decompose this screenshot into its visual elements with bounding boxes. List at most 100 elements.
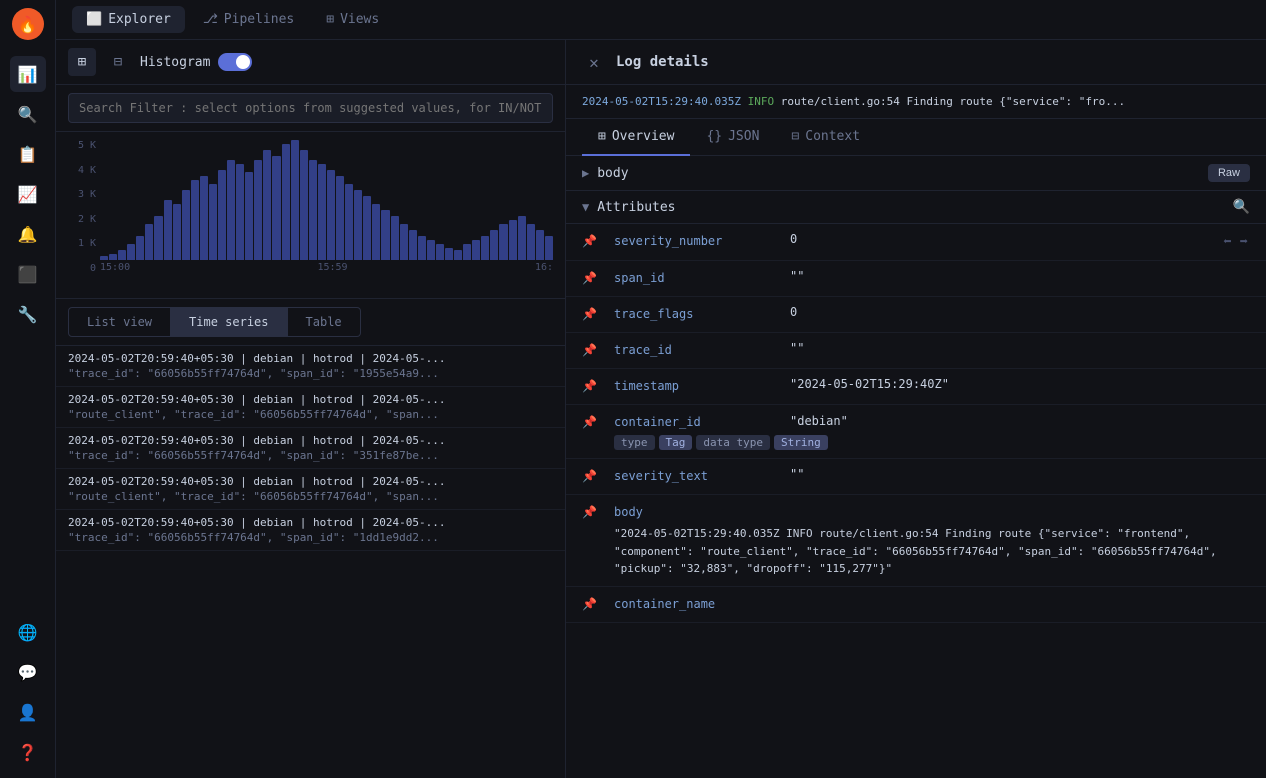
attr-name-span-id: span_id (614, 271, 774, 285)
histogram-bar (127, 244, 135, 260)
view-tab-table[interactable]: Table (288, 307, 361, 337)
attr-value-body: "2024-05-02T15:29:40.035Z INFO route/cli… (614, 525, 1250, 578)
histogram-bar (372, 204, 380, 260)
sidebar-icon-help[interactable]: ❓ (10, 734, 46, 770)
pin-icon[interactable]: 📌 (582, 307, 598, 321)
pin-icon[interactable]: 📌 (582, 271, 598, 285)
histogram-bar (454, 250, 462, 260)
histogram-bar (154, 216, 162, 260)
histogram-bar (418, 236, 426, 260)
body-section-row[interactable]: ▶ body Raw (566, 156, 1266, 191)
log-item-line1: 2024-05-02T20:59:40+05:30 | debian | hot… (68, 352, 553, 365)
nav-tab-pipelines[interactable]: ⎇ Pipelines (189, 6, 308, 33)
pin-icon[interactable]: 📌 (582, 379, 598, 393)
view-tab-timeseries[interactable]: Time series (171, 307, 287, 337)
histogram-bar (191, 180, 199, 260)
pin-icon[interactable]: 📌 (582, 597, 598, 611)
log-item[interactable]: 2024-05-02T20:59:40+05:30 | debian | hot… (56, 346, 565, 387)
json-icon: {} (706, 129, 722, 144)
detail-close-btn[interactable]: ✕ (582, 50, 606, 74)
tag-string: String (774, 435, 828, 450)
histogram-bar (309, 160, 317, 260)
attr-value-container-id: "debian" (790, 414, 1250, 428)
log-line-preview: 2024-05-02T15:29:40.035Z INFO route/clie… (566, 85, 1266, 119)
attr-actions-severity-number: ⬅ ➡ (1221, 232, 1250, 252)
detail-content: ▶ body Raw ▼ Attributes 🔍 📌 severity_num… (566, 156, 1266, 778)
histogram-bar (118, 250, 126, 260)
sidebar-icon-views[interactable]: 📈 (10, 176, 46, 212)
histogram-bar (145, 224, 153, 260)
tag-type: type (614, 435, 655, 450)
pin-icon[interactable]: 📌 (582, 343, 598, 357)
view-tab-list[interactable]: List view (68, 307, 171, 337)
histogram-bar (499, 224, 507, 260)
histogram-bar (481, 236, 489, 260)
attr-row-severity-text: 📌 severity_text "" (566, 459, 1266, 495)
log-item[interactable]: 2024-05-02T20:59:40+05:30 | debian | hot… (56, 428, 565, 469)
sidebar-icon-alerts[interactable]: 🔔 (10, 216, 46, 252)
sidebar-icon-search[interactable]: 🔍 (10, 96, 46, 132)
search-input[interactable] (68, 93, 553, 123)
histogram-toggle[interactable] (218, 53, 252, 71)
search-bar (56, 85, 565, 132)
log-item[interactable]: 2024-05-02T20:59:40+05:30 | debian | hot… (56, 387, 565, 428)
sidebar-icon-dashboards[interactable]: ⬛ (10, 256, 46, 292)
app-logo[interactable]: 🔥 (12, 8, 44, 40)
histogram-bar (336, 176, 344, 260)
pipelines-icon: ⎇ (203, 12, 218, 27)
pin-icon[interactable]: 📌 (582, 415, 598, 429)
sidebar-icon-chat[interactable]: 💬 (10, 654, 46, 690)
attributes-section-row[interactable]: ▼ Attributes 🔍 (566, 191, 1266, 224)
detail-tab-json[interactable]: {} JSON (690, 119, 775, 156)
attributes-section-toggle: ▼ (582, 200, 589, 214)
pin-icon[interactable]: 📌 (582, 234, 598, 248)
histogram-bar (536, 230, 544, 260)
histogram-bar (200, 176, 208, 260)
attributes-search-icon[interactable]: 🔍 (1233, 199, 1250, 215)
histogram-bar (409, 230, 417, 260)
right-panel: ✕ Log details 2024-05-02T15:29:40.035Z I… (566, 40, 1266, 778)
sidebar-icon-globe[interactable]: 🌐 (10, 614, 46, 650)
attr-name-trace-flags: trace_flags (614, 307, 774, 321)
chart-y-0: 0 (68, 263, 96, 274)
sidebar-icon-explorer[interactable]: 📊 (10, 56, 46, 92)
histogram-bar (109, 254, 117, 260)
chart-y-4k: 4 K (68, 165, 96, 176)
nav-tab-explorer[interactable]: ⬜ Explorer (72, 6, 185, 33)
detail-title: Log details (616, 54, 709, 70)
histogram-bar (164, 200, 172, 260)
pin-icon[interactable]: 📌 (582, 505, 598, 519)
histogram-bar (100, 256, 108, 260)
attr-row-span-id: 📌 span_id "" (566, 261, 1266, 297)
detail-tab-context[interactable]: ⊟ Context (775, 119, 876, 156)
attr-name-trace-id: trace_id (614, 343, 774, 357)
sidebar: 🔥 📊 🔍 📋 📈 🔔 ⬛ 🔧 🌐 💬 👤 ❓ (0, 0, 56, 778)
chart-y-5k: 5 K (68, 140, 96, 151)
histogram-bar (527, 224, 535, 260)
attr-value-trace-id: "" (790, 341, 1250, 355)
detail-tab-overview[interactable]: ⊞ Overview (582, 119, 690, 156)
histogram-bar (254, 160, 262, 260)
filter-include-icon[interactable]: ⬅ (1221, 232, 1233, 252)
nav-tab-views[interactable]: ⊞ Views (312, 6, 393, 33)
attr-name-container-id: container_id (614, 415, 774, 429)
detail-tab-json-label: JSON (728, 129, 759, 144)
main-area: ⬜ Explorer ⎇ Pipelines ⊞ Views ⊞ ⊟ Histo… (56, 0, 1266, 778)
log-item[interactable]: 2024-05-02T20:59:40+05:30 | debian | hot… (56, 510, 565, 551)
sidebar-icon-user[interactable]: 👤 (10, 694, 46, 730)
sidebar-icon-settings[interactable]: 🔧 (10, 296, 46, 332)
chart-x-1500: 15:00 (100, 262, 130, 273)
filter-exclude-icon[interactable]: ➡ (1238, 232, 1250, 252)
log-item-line1: 2024-05-02T20:59:40+05:30 | debian | hot… (68, 393, 553, 406)
code-view-btn[interactable]: ⊟ (104, 48, 132, 76)
log-item-line2: "route_client", "trace_id": "66056b55ff7… (68, 408, 553, 421)
histogram-bar (518, 216, 526, 260)
histogram-bar (400, 224, 408, 260)
pin-icon[interactable]: 📌 (582, 469, 598, 483)
raw-button[interactable]: Raw (1208, 164, 1250, 182)
log-item[interactable]: 2024-05-02T20:59:40+05:30 | debian | hot… (56, 469, 565, 510)
chart-x-1559: 15:59 (317, 262, 347, 273)
sidebar-icon-pipelines[interactable]: 📋 (10, 136, 46, 172)
nav-tab-views-label: Views (340, 12, 379, 27)
table-view-btn[interactable]: ⊞ (68, 48, 96, 76)
